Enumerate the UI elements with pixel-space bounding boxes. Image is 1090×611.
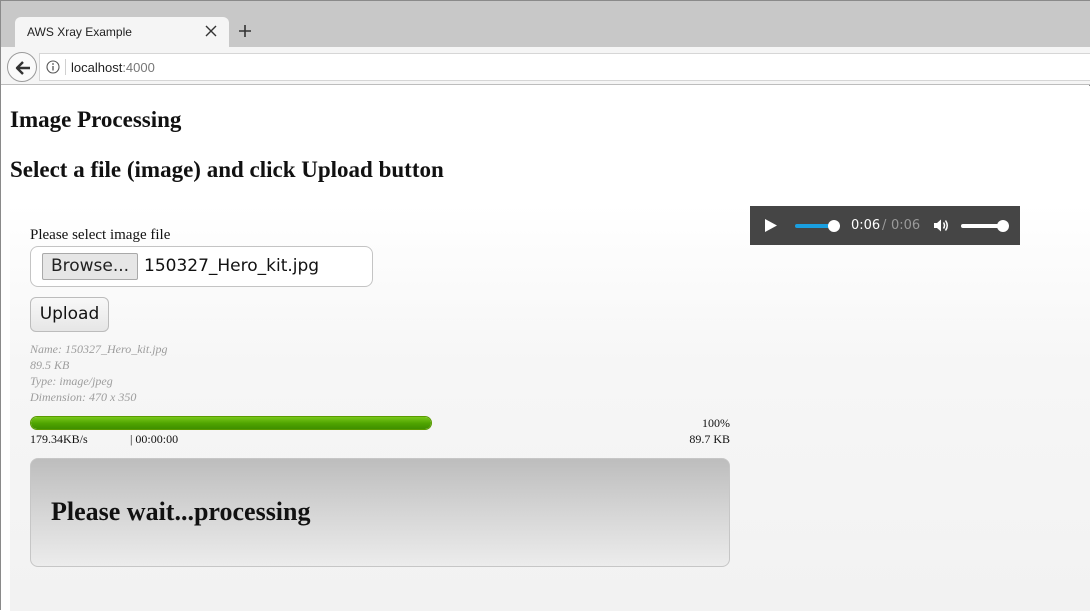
file-info-size: 89.5 KB <box>30 358 70 372</box>
url-host: localhost <box>71 60 123 75</box>
browse-button[interactable]: Browse... <box>42 253 138 280</box>
progress-percent: 100% <box>702 416 730 430</box>
browser-window: AWS Xray Example localhost:4000 Image Pr <box>0 0 1090 611</box>
file-info-type: Type: image/jpeg <box>30 374 113 388</box>
upload-speed: 179.34KB/s <box>30 432 88 446</box>
uploaded-size: 89.7 KB <box>689 432 730 446</box>
navigation-bar: localhost:4000 <box>1 47 1090 85</box>
time-separator: / <box>882 218 887 233</box>
play-icon[interactable] <box>764 218 778 233</box>
file-info: Name: 150327_Hero_kit.jpg 89.5 KB Type: … <box>30 341 168 405</box>
current-time: 0:06 <box>851 218 881 233</box>
volume-slider-handle[interactable] <box>997 220 1009 232</box>
back-arrow-icon <box>15 61 30 75</box>
file-info-dimension: Dimension: 470 x 350 <box>30 390 137 404</box>
volume-icon[interactable] <box>933 218 951 233</box>
status-message: Please wait...processing <box>51 497 311 526</box>
file-input[interactable]: Browse... 150327_Hero_kit.jpg <box>30 246 373 287</box>
seek-slider-handle[interactable] <box>828 220 840 232</box>
back-button[interactable] <box>7 52 37 82</box>
new-tab-icon[interactable] <box>237 23 253 39</box>
url-port: :4000 <box>122 60 155 75</box>
progress-fill <box>31 417 431 429</box>
tab-title: AWS Xray Example <box>27 25 132 39</box>
total-time: 0:06 <box>891 218 921 233</box>
url-divider <box>65 59 66 75</box>
url-text[interactable]: localhost:4000 <box>71 60 155 75</box>
upload-panel: Please select image file Browse... 15032… <box>10 204 1090 611</box>
selected-file-name: 150327_Hero_kit.jpg <box>144 256 320 276</box>
status-box: Please wait...processing <box>30 458 730 567</box>
page-content: Image Processing Select a file (image) a… <box>1 86 1090 611</box>
file-info-name: Name: 150327_Hero_kit.jpg <box>30 342 168 356</box>
address-bar[interactable]: localhost:4000 <box>39 53 1090 81</box>
close-icon[interactable] <box>203 23 219 39</box>
audio-player: 0:06 / 0:06 <box>750 206 1020 245</box>
browser-tab[interactable]: AWS Xray Example <box>15 17 229 47</box>
info-icon[interactable] <box>46 60 60 74</box>
page-title: Image Processing <box>10 107 182 132</box>
page-subtitle: Select a file (image) and click Upload b… <box>10 157 444 182</box>
elapsed-time: | 00:00:00 <box>130 432 179 446</box>
tab-bar: AWS Xray Example <box>1 1 1090 47</box>
file-select-label: Please select image file <box>30 227 171 243</box>
upload-button[interactable]: Upload <box>30 297 109 332</box>
progress-bar <box>30 416 432 430</box>
